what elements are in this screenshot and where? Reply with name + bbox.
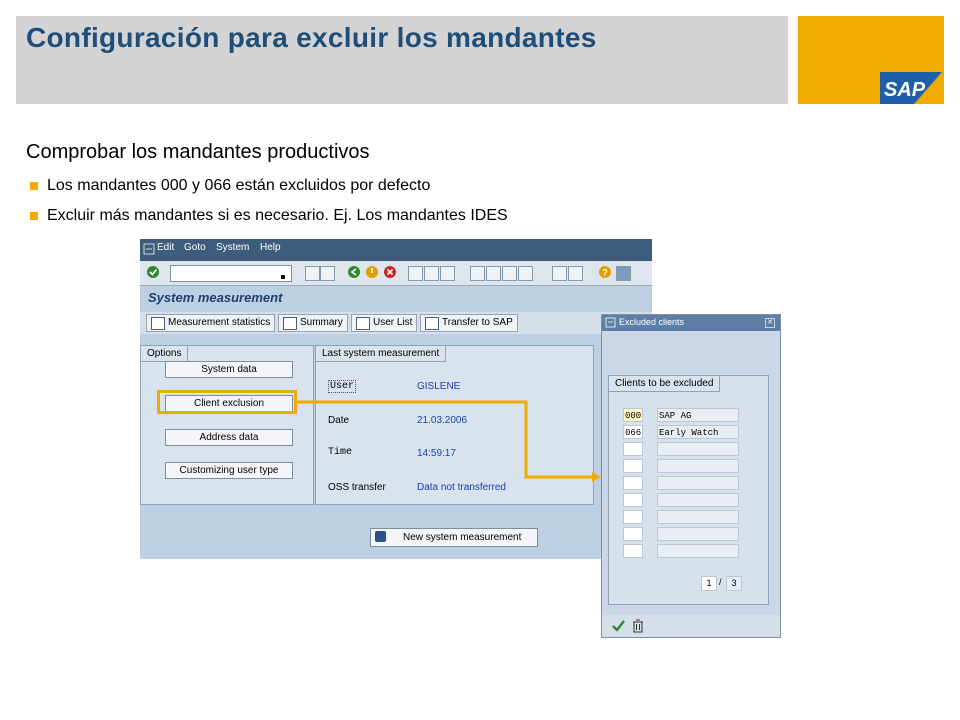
close-icon[interactable]: ✕ (765, 318, 775, 328)
client-name-field (657, 527, 739, 541)
clients-group-title: Clients to be excluded (609, 376, 721, 392)
page-current-field[interactable]: 1 (701, 576, 717, 591)
clients-to-exclude-group: Clients to be excluded 000 SAP AG 066 Early… (608, 375, 769, 605)
connector-arrow (297, 400, 601, 482)
excluded-clients-dialog: Excluded clients ✕ Clients to be exclude… (601, 314, 781, 638)
client-name-field (657, 476, 739, 490)
client-name-field (657, 544, 739, 558)
page-total-field: 3 (726, 576, 742, 591)
client-number-field[interactable] (623, 459, 643, 473)
client-number-field[interactable] (623, 527, 643, 541)
client-number-field[interactable] (623, 442, 643, 456)
client-number-field[interactable]: 000 (623, 408, 643, 422)
trash-icon[interactable] (631, 618, 645, 633)
client-number-field[interactable] (623, 476, 643, 490)
client-name-field (657, 459, 739, 473)
client-name-field (657, 442, 739, 456)
client-name-field (657, 493, 739, 507)
dialog-title: Excluded clients (619, 317, 685, 327)
client-number-field[interactable] (623, 493, 643, 507)
dialog-window-icon[interactable] (605, 317, 616, 328)
client-name-field: SAP AG (657, 408, 739, 422)
dialog-titlebar: Excluded clients ✕ (602, 315, 780, 331)
client-number-field[interactable] (623, 544, 643, 558)
client-name-field (657, 510, 739, 524)
client-number-field[interactable]: 066 (623, 425, 643, 439)
client-number-field[interactable] (623, 510, 643, 524)
page-separator: / (719, 577, 722, 587)
dialog-footer (602, 615, 780, 637)
checkmark-icon[interactable] (611, 619, 626, 633)
client-name-field: Early Watch (657, 425, 739, 439)
